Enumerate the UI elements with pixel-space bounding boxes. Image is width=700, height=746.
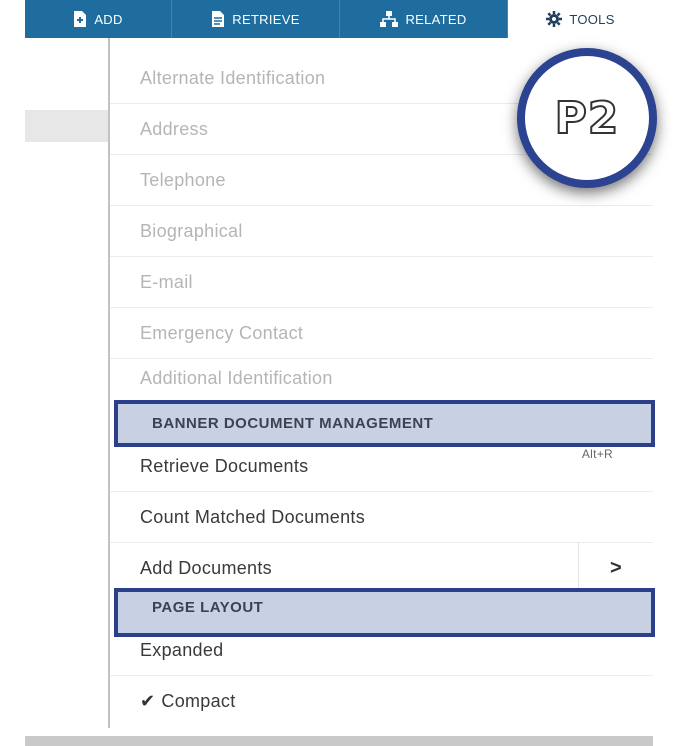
section-header-label: BANNER DOCUMENT MANAGEMENT — [152, 415, 434, 432]
menu-item-email: E-mail — [110, 257, 653, 308]
shortcut-hint: Alt+R — [581, 447, 613, 461]
menu-item-label: Additional Identification — [140, 367, 333, 388]
menu-item-add-documents[interactable]: Add Documents > — [110, 543, 653, 594]
menu-item-count-matched-documents[interactable]: Count Matched Documents — [110, 492, 653, 543]
p2-badge: P2 — [517, 48, 657, 188]
page-background-strip — [25, 110, 109, 142]
submenu-arrow-icon[interactable]: > — [578, 543, 653, 593]
tools-label: TOOLS — [569, 11, 615, 27]
add-button[interactable]: ADD — [25, 0, 172, 38]
menu-item-label: Alternate Identification — [140, 67, 326, 88]
menu-item-label: Emergency Contact — [140, 322, 304, 343]
retrieve-button[interactable]: RETRIEVE — [172, 0, 340, 38]
menu-item-label: E-mail — [140, 271, 193, 292]
retrieve-icon — [211, 11, 225, 27]
menu-item-label: Compact — [161, 691, 236, 711]
retrieve-label: RETRIEVE — [232, 11, 300, 27]
add-icon — [73, 11, 87, 27]
menu-item-label: Add Documents — [140, 558, 272, 578]
page-footer-strip — [25, 736, 653, 746]
menu-item-biographical: Biographical — [110, 206, 653, 257]
menu-item-label: Biographical — [140, 220, 243, 241]
menu-item-retrieve-documents[interactable]: Retrieve Documents Alt+R — [110, 441, 653, 492]
menu-item-label: Telephone — [140, 169, 226, 190]
section-header-document-management: BANNER DOCUMENT MANAGEMENT — [114, 400, 655, 447]
related-icon — [380, 11, 399, 27]
menu-item-label: Expanded — [140, 639, 224, 660]
menu-item-compact[interactable]: ✔ Compact — [110, 676, 653, 727]
menu-item-additional-identification: Additional Identification — [110, 359, 653, 397]
add-label: ADD — [94, 11, 123, 27]
checkmark-icon: ✔ — [140, 691, 156, 711]
badge-label: P2 — [554, 92, 620, 145]
gear-icon — [546, 11, 563, 27]
tools-button[interactable]: TOOLS — [508, 0, 653, 38]
section-header-label: PAGE LAYOUT — [152, 599, 264, 616]
menu-item-label: Count Matched Documents — [140, 506, 366, 527]
menu-item-label: Address — [140, 118, 209, 139]
menu-item-label: Retrieve Documents — [140, 455, 309, 476]
menu-item-emergency-contact: Emergency Contact — [110, 308, 653, 359]
related-label: RELATED — [405, 11, 467, 27]
related-button[interactable]: RELATED — [340, 0, 508, 38]
menu-item-expanded[interactable]: Expanded — [110, 625, 653, 676]
